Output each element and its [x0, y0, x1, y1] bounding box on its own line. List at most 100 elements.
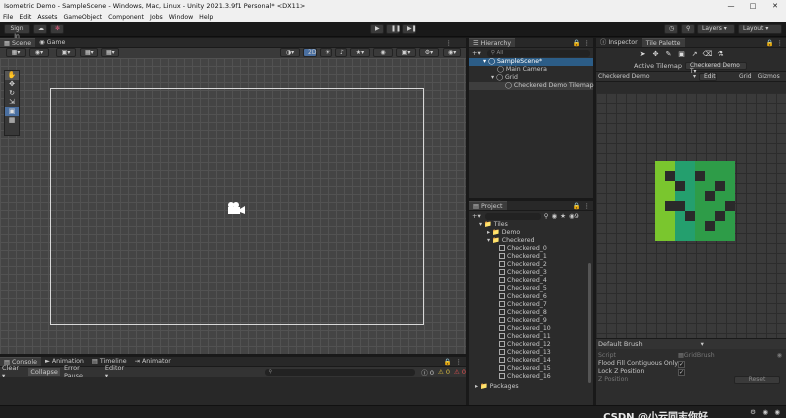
palette-tile[interactable]: [675, 211, 685, 221]
palette-tile[interactable]: [675, 221, 685, 231]
lock-icon[interactable]: 🔒: [573, 202, 581, 210]
palette-tile[interactable]: [695, 181, 705, 191]
asset-item[interactable]: Checkered_6: [469, 293, 593, 301]
project-search-input[interactable]: [484, 212, 541, 220]
error-count[interactable]: ⚠ 0: [454, 368, 466, 376]
palette-tile[interactable]: [725, 231, 735, 241]
edit-button[interactable]: Edit: [699, 72, 717, 81]
reset-button[interactable]: Reset: [734, 376, 780, 384]
asset-item[interactable]: Checkered_3: [469, 269, 593, 277]
shading-icon[interactable]: ◑▾: [280, 48, 300, 57]
palette-tile[interactable]: [715, 181, 725, 191]
palette-tile[interactable]: [665, 211, 675, 221]
rotate-tool-icon[interactable]: ↻: [5, 89, 19, 98]
asset-item[interactable]: Checkered_13: [469, 349, 593, 357]
gizmos-icon[interactable]: ◉▾: [443, 48, 461, 57]
palette-tile[interactable]: [725, 221, 735, 231]
asset-item[interactable]: Checkered_5: [469, 285, 593, 293]
menu-component[interactable]: Component: [108, 14, 144, 21]
global-icon[interactable]: ▣▾: [56, 48, 76, 57]
palette-tile[interactable]: [675, 161, 685, 171]
asset-item[interactable]: Checkered_9: [469, 317, 593, 325]
lock-z-checkbox[interactable]: ✓: [678, 368, 685, 376]
palette-tile[interactable]: [725, 181, 735, 191]
asset-item[interactable]: Checkered_15: [469, 365, 593, 373]
draw-mode-icon[interactable]: ▦▾: [6, 48, 26, 57]
fill-tool-icon[interactable]: ⚗: [714, 50, 727, 59]
palette-tile[interactable]: [725, 161, 735, 171]
brush-dropdown[interactable]: Default Brush ▾: [596, 339, 786, 349]
sign-in-button[interactable]: Sign In: [4, 24, 30, 40]
palette-tile[interactable]: [655, 221, 665, 231]
asset-item[interactable]: Checkered_14: [469, 357, 593, 365]
box-fill-tool-icon[interactable]: ▣: [675, 50, 688, 59]
palette-tile[interactable]: [675, 181, 685, 191]
tab-game[interactable]: ◉ Game: [35, 38, 69, 47]
more-icon[interactable]: ⋮: [456, 358, 463, 366]
search-icon[interactable]: ⚲: [681, 24, 695, 34]
play-button[interactable]: ▶: [370, 24, 384, 34]
asset-item[interactable]: Checkered_2: [469, 261, 593, 269]
tab-scene[interactable]: ▦ Scene: [0, 38, 36, 47]
palette-tile[interactable]: [665, 181, 675, 191]
hand-tool-icon[interactable]: ✋: [5, 71, 19, 80]
palette-tile[interactable]: [715, 221, 725, 231]
paint-tool-icon[interactable]: ✎: [662, 50, 675, 59]
scrollbar[interactable]: [588, 263, 591, 383]
visibility-icon[interactable]: ◉: [373, 48, 393, 57]
menu-file[interactable]: File: [3, 14, 13, 21]
menu-assets[interactable]: Assets: [37, 14, 57, 21]
palette-tile[interactable]: [675, 231, 685, 241]
palette-tile[interactable]: [665, 161, 675, 171]
palette-tile[interactable]: [685, 181, 695, 191]
asset-item[interactable]: Checkered_10: [469, 325, 593, 333]
move-tool-icon[interactable]: ✥: [649, 50, 662, 59]
progress-icon[interactable]: ◉: [762, 408, 768, 416]
history-icon[interactable]: ◷: [664, 24, 678, 34]
palette-tile[interactable]: [705, 221, 715, 231]
add-icon[interactable]: +▾: [472, 212, 481, 220]
more-icon[interactable]: ⋮: [777, 39, 784, 47]
menu-help[interactable]: Help: [199, 14, 213, 21]
palette-tile[interactable]: [685, 231, 695, 241]
menu-window[interactable]: Window: [169, 14, 193, 21]
flood-fill-checkbox[interactable]: ✓: [678, 360, 685, 368]
palette-tile[interactable]: [685, 161, 695, 171]
console-search-input[interactable]: ⚲: [265, 368, 416, 376]
palette-tile[interactable]: [665, 201, 675, 211]
palette-tile[interactable]: [685, 191, 695, 201]
menu-edit[interactable]: Edit: [19, 14, 31, 21]
asset-item[interactable]: Checkered_1: [469, 253, 593, 261]
palette-tile[interactable]: [705, 191, 715, 201]
palette-tile[interactable]: [715, 211, 725, 221]
palette-tile[interactable]: [715, 171, 725, 181]
gizmos-toggle[interactable]: Gizmos: [758, 73, 780, 80]
hierarchy-item-grid[interactable]: ▾ ◯ Grid: [469, 74, 593, 82]
snap-icon[interactable]: ▦▾: [80, 48, 98, 57]
palette-canvas[interactable]: [596, 93, 786, 338]
asset-item[interactable]: Checkered_7: [469, 301, 593, 309]
palette-tile[interactable]: [715, 201, 725, 211]
cloud-icon[interactable]: ☁: [33, 24, 47, 34]
transform-tool-icon[interactable]: ▦: [5, 116, 19, 125]
favorite-icon[interactable]: ★: [560, 212, 566, 220]
camera-icon[interactable]: ▣▾: [396, 48, 416, 57]
palette-dropdown[interactable]: Checkered Demo ▾: [598, 73, 696, 80]
palette-tile[interactable]: [675, 191, 685, 201]
tab-project[interactable]: ▤ Project: [469, 201, 507, 210]
folder-packages[interactable]: ▸ 📁 Packages: [469, 383, 593, 391]
palette-tile[interactable]: [655, 161, 665, 171]
rect-tool-icon[interactable]: ▣: [5, 107, 19, 116]
scale-tool-icon[interactable]: ⇲: [5, 98, 19, 107]
asset-item[interactable]: Checkered_8: [469, 309, 593, 317]
minimize-icon[interactable]: —: [720, 0, 742, 12]
asset-item[interactable]: Checkered_0: [469, 245, 593, 253]
move-tool-icon[interactable]: ✥: [5, 80, 19, 89]
palette-tile[interactable]: [725, 211, 735, 221]
layout-dropdown[interactable]: Layout ▾: [738, 24, 782, 34]
palette-tile[interactable]: [665, 221, 675, 231]
palette-tile[interactable]: [705, 161, 715, 171]
collapse-button[interactable]: Collapse: [28, 368, 60, 376]
lock-icon[interactable]: 🔒: [573, 39, 581, 47]
palette-tile[interactable]: [705, 211, 715, 221]
